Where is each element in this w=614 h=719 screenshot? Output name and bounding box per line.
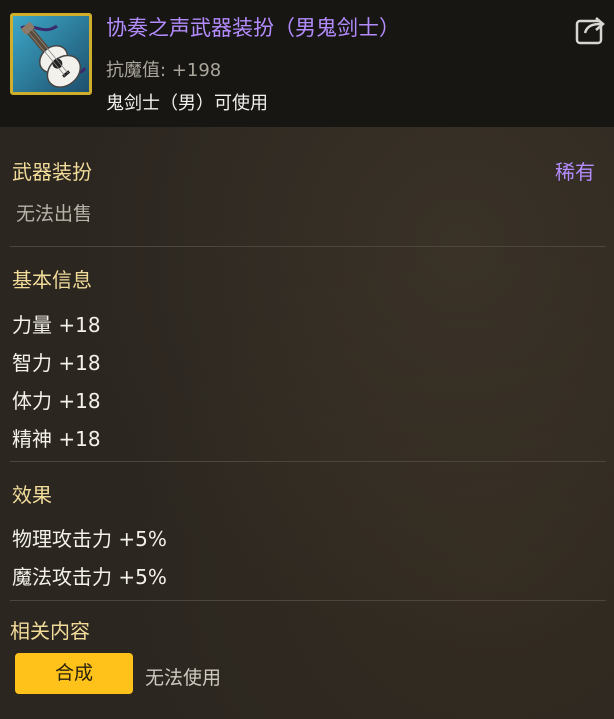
stat-spirit: 精神 +18 — [12, 427, 101, 451]
item-title: 协奏之声武器装扮（男鬼剑士） — [106, 16, 400, 40]
item-class-restriction: 鬼剑士（男）可使用 — [106, 93, 268, 114]
trade-status: 无法出售 — [16, 203, 93, 225]
usage-status: 无法使用 — [145, 667, 222, 689]
item-header: 协奏之声武器装扮（男鬼剑士） 抗魔值: +198 鬼剑士（男）可使用 — [0, 0, 614, 127]
item-tooltip-panel: 协奏之声武器装扮（男鬼剑士） 抗魔值: +198 鬼剑士（男）可使用 武器装扮 … — [0, 0, 614, 719]
guitar-icon — [10, 13, 92, 95]
divider — [10, 246, 606, 247]
effect-physical-attack: 物理攻击力 +5% — [12, 527, 167, 551]
stat-strength: 力量 +18 — [12, 313, 101, 337]
effects-title: 效果 — [12, 483, 52, 507]
related-content-title: 相关内容 — [10, 619, 90, 643]
compose-button[interactable]: 合成 — [15, 653, 133, 694]
rarity-label: 稀有 — [555, 160, 595, 184]
divider — [10, 461, 606, 462]
share-icon[interactable] — [575, 15, 607, 45]
basic-info-title: 基本信息 — [12, 268, 92, 292]
effect-magic-attack: 魔法攻击力 +5% — [12, 565, 167, 589]
stat-intelligence: 智力 +18 — [12, 351, 101, 375]
divider — [10, 600, 606, 601]
item-magic-resist: 抗魔值: +198 — [106, 60, 222, 81]
stat-vitality: 体力 +18 — [12, 389, 101, 413]
category-label: 武器装扮 — [12, 160, 92, 184]
